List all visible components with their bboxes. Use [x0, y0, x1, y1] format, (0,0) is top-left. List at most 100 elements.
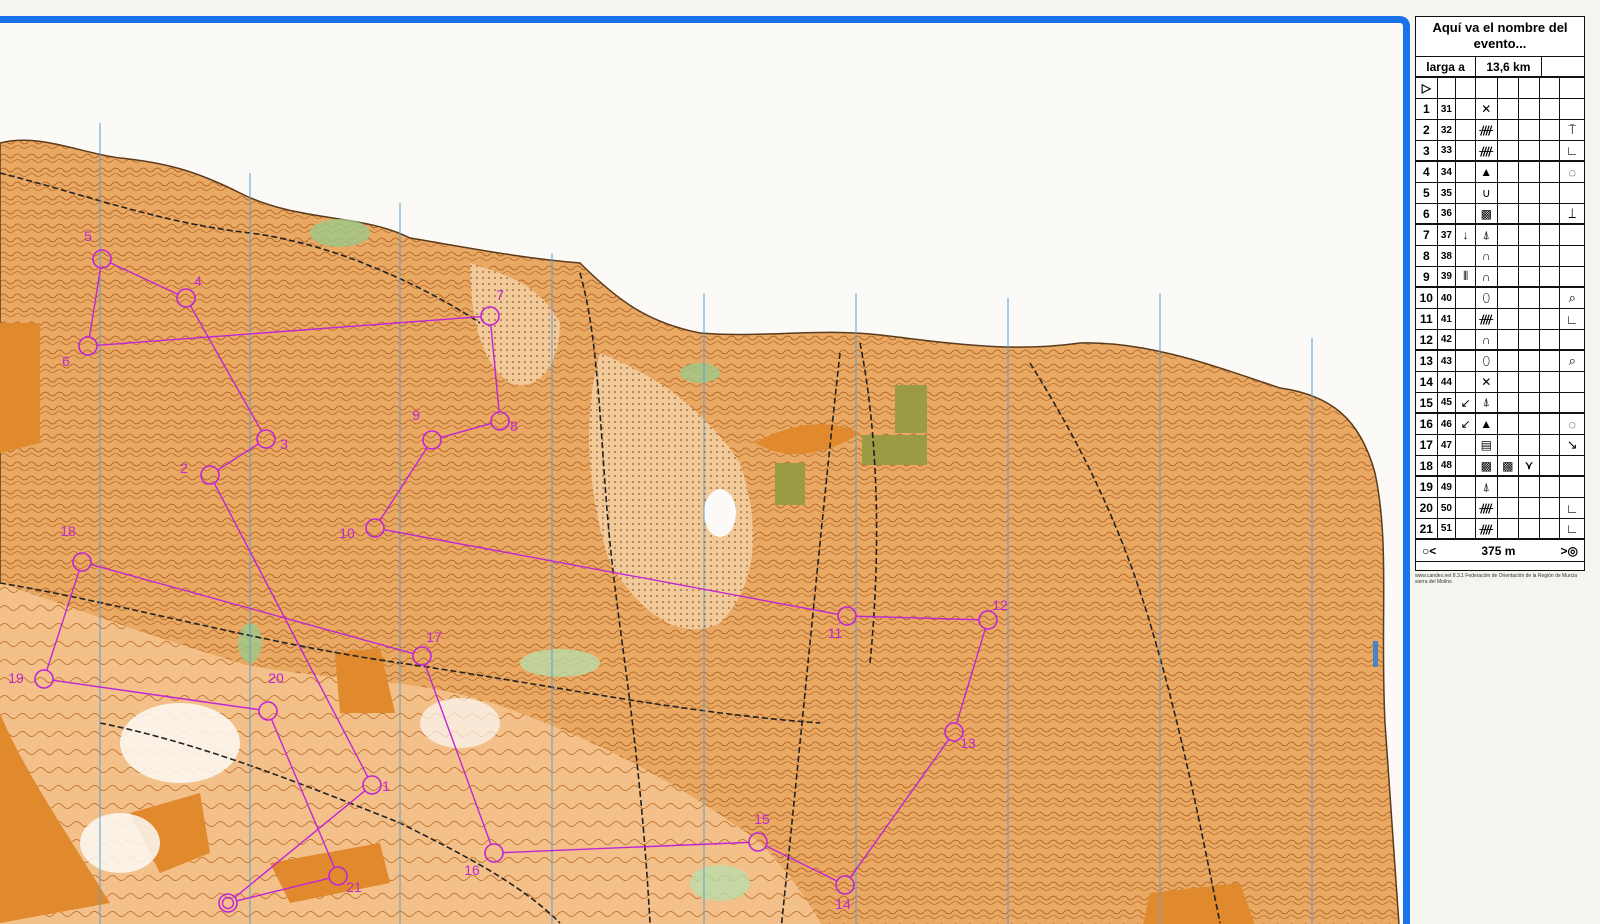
vegetation-patch	[690, 865, 750, 901]
control-number: 11	[1416, 309, 1438, 329]
appearance-symbol	[1498, 204, 1520, 223]
feature-symbol: ⍋	[1476, 225, 1498, 245]
appearance-symbol	[1498, 141, 1520, 160]
dimension-symbol	[1519, 288, 1540, 308]
location-symbol	[1560, 267, 1584, 286]
appearance-symbol	[1498, 162, 1520, 182]
control-label-5: 5	[84, 228, 92, 244]
dimension-symbol	[1519, 183, 1540, 203]
which-feature-symbol	[1456, 99, 1476, 119]
which-feature-symbol	[1456, 519, 1476, 538]
control-row: 3 33 ᚎ ∟	[1416, 141, 1584, 162]
control-label-1: 1	[382, 778, 390, 794]
finish-end-icon: >◎	[1560, 543, 1578, 558]
feature-symbol: ▲	[1476, 162, 1498, 182]
map-viewer: 1 2 3 4 5 6 7 8 9 10 11 12 13 14 15 16 17 18 19 20 21 Aquí v…	[0, 0, 1600, 924]
control-row: 20 50 ᚎ ∟	[1416, 498, 1584, 519]
location-symbol: ⟘	[1568, 205, 1577, 221]
control-label-13: 13	[960, 735, 976, 751]
combination-symbol	[1540, 162, 1561, 182]
feature-symbol: ᚎ	[1476, 519, 1498, 538]
control-row: 5 35 ∪	[1416, 183, 1584, 204]
control-number: 20	[1416, 498, 1438, 518]
appearance-symbol	[1498, 246, 1520, 266]
dimension-symbol	[1519, 141, 1540, 160]
location-symbol: ⍑	[1568, 122, 1577, 137]
location-symbol	[1560, 246, 1584, 266]
combination-symbol	[1540, 141, 1561, 160]
control-label-4: 4	[194, 273, 202, 289]
open-land	[0, 323, 40, 453]
appearance-symbol	[1498, 120, 1520, 140]
feature-symbol: ᚎ	[1476, 120, 1498, 140]
combination-symbol	[1540, 267, 1561, 286]
control-code: 33	[1438, 141, 1457, 160]
appearance-symbol	[1498, 477, 1520, 497]
appearance-symbol	[1498, 498, 1520, 518]
location-symbol	[1560, 330, 1584, 349]
dimension-symbol	[1519, 99, 1540, 119]
dimension-symbol	[1519, 414, 1540, 434]
control-code: 37	[1438, 225, 1457, 245]
event-title-line1: Aquí va el nombre del	[1432, 20, 1568, 35]
location-symbol: ⌕	[1568, 353, 1576, 368]
control-number: 15	[1416, 393, 1438, 412]
control-code: 34	[1438, 162, 1457, 182]
vegetation-patch	[310, 219, 370, 247]
control-code: 35	[1438, 183, 1457, 203]
course-climb	[1542, 57, 1584, 76]
start-row: ▷	[1416, 78, 1584, 99]
which-feature-symbol	[1456, 477, 1476, 497]
control-number: 7	[1416, 225, 1438, 245]
location-symbol	[1560, 183, 1584, 203]
which-feature-symbol	[1456, 330, 1476, 349]
feature-symbol: ⬯	[1476, 288, 1498, 308]
control-row: 13 43 ⬯ ⌕	[1416, 351, 1584, 372]
control-number: 12	[1416, 330, 1438, 349]
which-feature-symbol	[1456, 498, 1476, 518]
combination-symbol	[1540, 435, 1561, 455]
which-feature-symbol: ↙	[1456, 414, 1476, 434]
control-label-9: 9	[412, 407, 420, 423]
control-label-12: 12	[992, 597, 1008, 613]
which-feature-symbol	[1456, 183, 1476, 203]
location-symbol: ∟	[1565, 500, 1579, 516]
dimension-symbol	[1519, 372, 1540, 392]
control-row: 18 48 ▩ ▩ ⋎	[1416, 456, 1584, 477]
dimension-symbol	[1519, 435, 1540, 455]
feature-symbol: ✕	[1476, 372, 1498, 392]
which-feature-symbol: ⫴	[1456, 267, 1476, 286]
combination-symbol	[1540, 519, 1561, 538]
control-code: 39	[1438, 267, 1457, 286]
combination-symbol	[1540, 393, 1561, 412]
location-symbol: ∟	[1565, 521, 1579, 536]
clearing	[704, 489, 736, 537]
feature-symbol: ᚎ	[1476, 498, 1498, 518]
control-number: 6	[1416, 204, 1438, 223]
dimension-symbol	[1519, 204, 1540, 223]
control-description-sheet: Aquí va el nombre del evento... larga a …	[1415, 16, 1585, 571]
appearance-symbol	[1498, 288, 1520, 308]
control-label-8: 8	[510, 418, 518, 434]
appearance-symbol	[1498, 225, 1520, 245]
control-label-3: 3	[280, 436, 288, 452]
orienteering-map[interactable]: 12345678910111213141516171819 2021	[0, 23, 1410, 924]
vegetation-patch	[520, 649, 600, 677]
feature-symbol: ▲	[1476, 414, 1498, 434]
feature-symbol: ᚎ	[1476, 309, 1498, 329]
which-feature-symbol	[1456, 351, 1476, 371]
start-triangle-icon: ▷	[1416, 78, 1438, 98]
control-number: 17	[1416, 435, 1438, 455]
control-row: 15 45 ↙ ⍋	[1416, 393, 1584, 414]
control-number: 5	[1416, 183, 1438, 203]
orienteering-map-frame[interactable]: 1 2 3 4 5 6 7 8 9 10 11 12 13 14 15 16 17 18 19 20 21	[0, 16, 1410, 924]
appearance-symbol	[1498, 330, 1520, 349]
dimension-symbol	[1519, 477, 1540, 497]
feature-symbol: ▩	[1476, 204, 1498, 223]
appearance-symbol	[1498, 414, 1520, 434]
olive-field	[775, 463, 805, 505]
control-number: 1	[1416, 99, 1438, 119]
clearing	[80, 813, 160, 873]
control-number: 19	[1416, 477, 1438, 497]
control-number: 3	[1416, 141, 1438, 160]
